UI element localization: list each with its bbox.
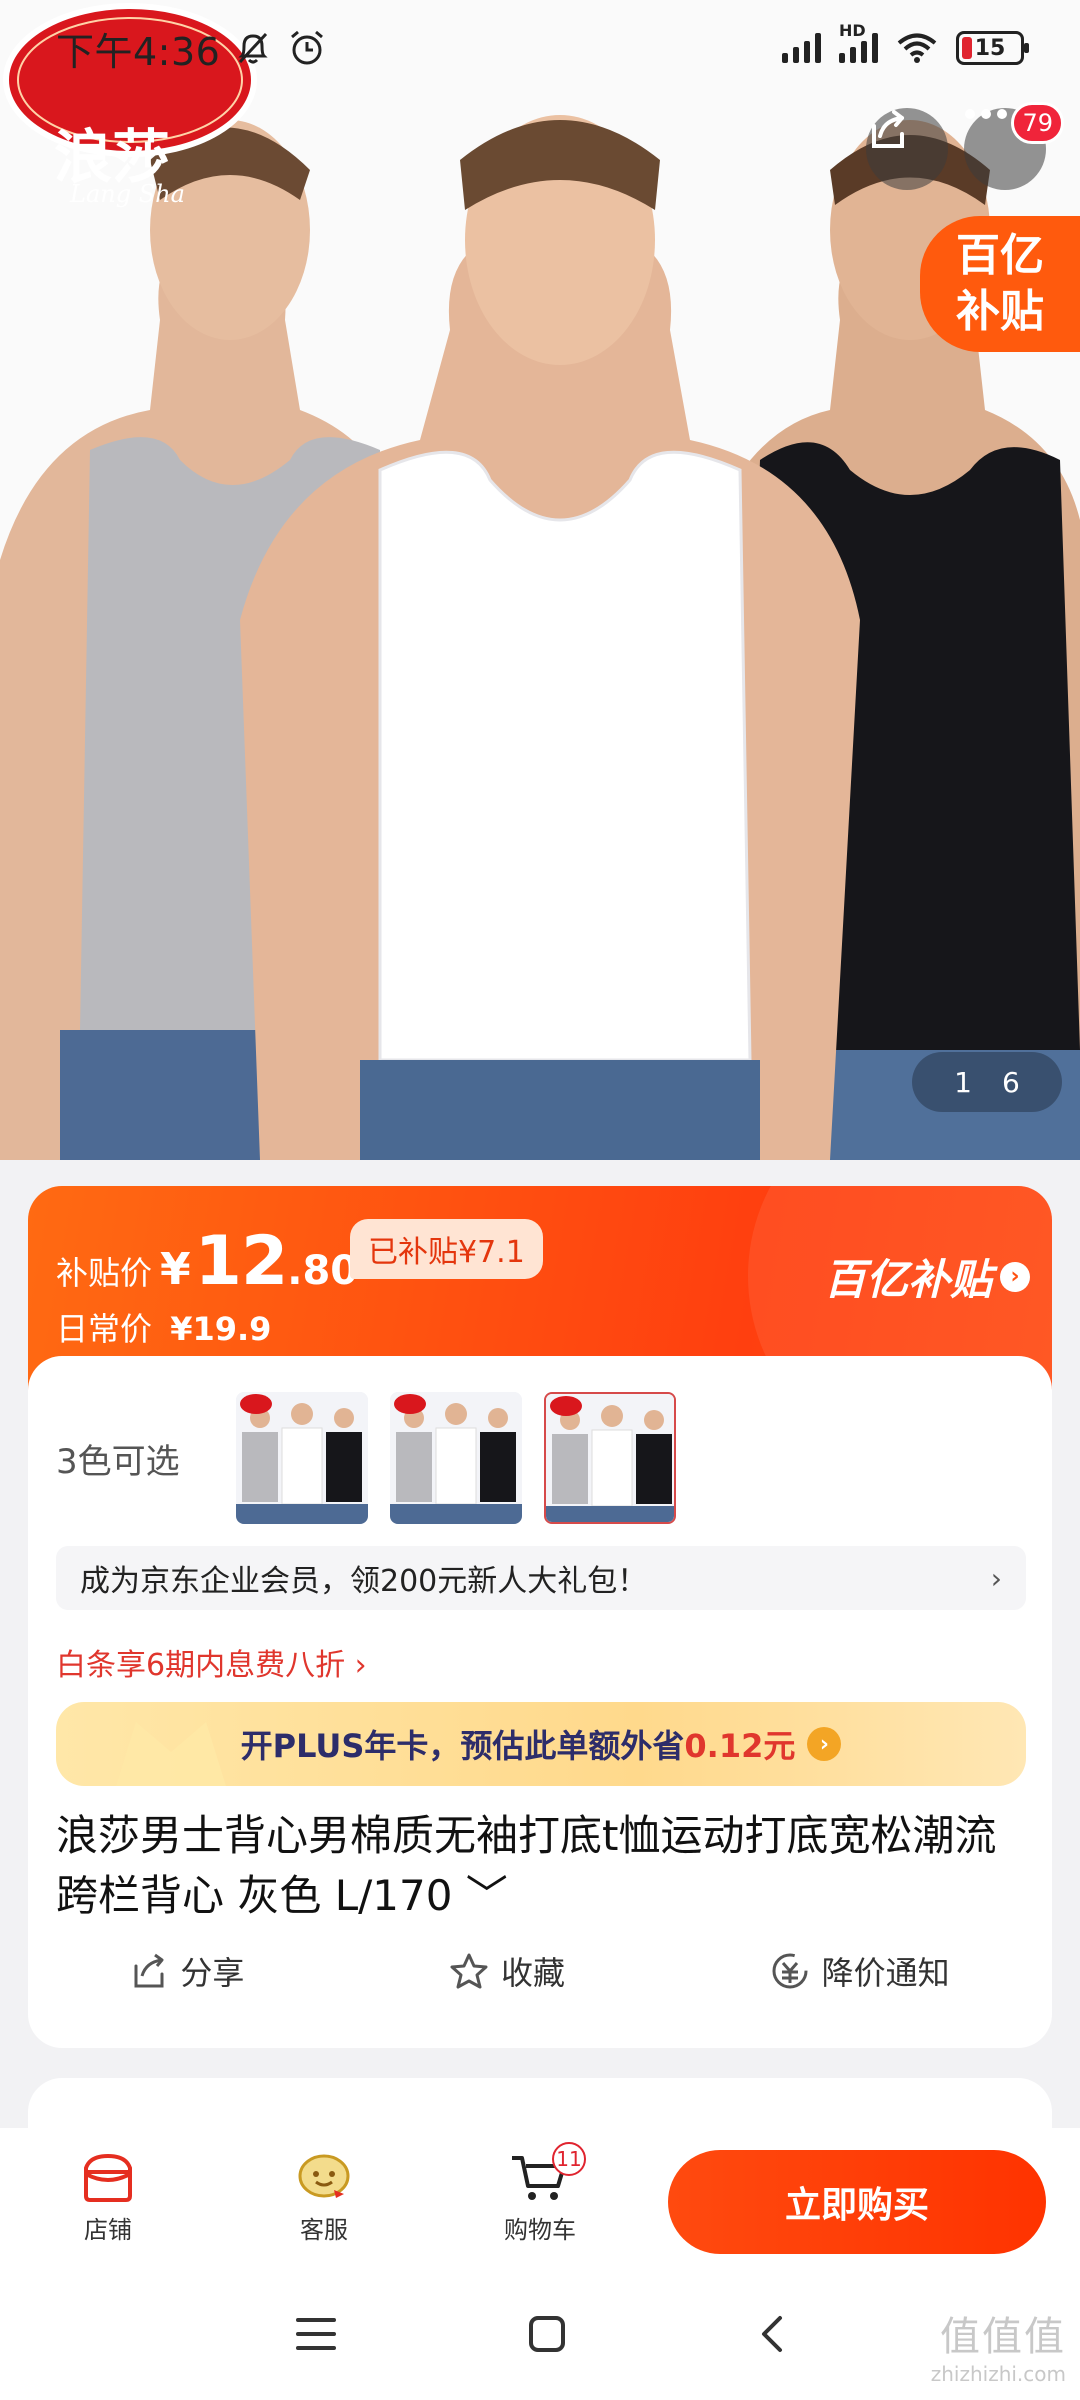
menu-icon[interactable] bbox=[294, 2316, 338, 2352]
watermark: 值值值 zhizhizhi.com bbox=[931, 2304, 1066, 2386]
chevron-right-icon: › bbox=[807, 1727, 842, 1761]
color-swatch-1[interactable] bbox=[236, 1392, 368, 1524]
image-total: 6 bbox=[1002, 1065, 1020, 1099]
signal-icon bbox=[782, 33, 821, 63]
plus-membership-banner[interactable]: 开PLUS年卡，预估此单额外省 0.12元 › bbox=[56, 1702, 1026, 1786]
plus-promo-text: 开PLUS年卡，预估此单额外省 bbox=[240, 1727, 685, 1765]
brand-logo-subtext: Lang Sha bbox=[70, 180, 185, 208]
cart-count-badge: 11 bbox=[552, 2142, 586, 2176]
status-time: 下午4:36 bbox=[56, 29, 221, 74]
subsidy-tag-line1: 百亿 bbox=[956, 230, 1044, 281]
network-type: HD bbox=[839, 21, 866, 40]
service-tab[interactable]: 客服 bbox=[216, 2128, 432, 2268]
cart-tab[interactable]: 11 购物车 bbox=[432, 2128, 648, 2268]
share-label: 分享 bbox=[180, 1954, 245, 1992]
subsidy-amount-badge: 已补贴¥7.1 bbox=[350, 1219, 543, 1279]
share-icon bbox=[872, 110, 904, 148]
shop-tab[interactable]: 店铺 bbox=[0, 2128, 216, 2268]
subsidy-program-link[interactable]: 百亿补贴 › bbox=[824, 1246, 1030, 1307]
chevron-right-icon: › bbox=[990, 1561, 1002, 1595]
image-index: 1 bbox=[954, 1065, 972, 1099]
enterprise-member-promo[interactable]: 成为京东企业会员，领200元新人大礼包！ › bbox=[56, 1546, 1026, 1610]
price-decimal: .80 bbox=[287, 1248, 359, 1294]
product-info-card: 3色可选 成为京东企业会员，领200元新人大礼包！ › 白条享6期内息费八折 ›… bbox=[28, 1356, 1052, 2048]
service-label: 客服 bbox=[300, 2215, 348, 2244]
system-nav-bar: 值值值 zhizhizhi.com bbox=[0, 2268, 1080, 2400]
alarm-icon bbox=[291, 30, 324, 65]
price-alert-label: 降价通知 bbox=[821, 1954, 950, 1992]
subsidy-tag[interactable]: 百亿 补贴 bbox=[920, 216, 1080, 352]
member-promo-text: 成为京东企业会员，领200元新人大礼包！ bbox=[80, 1564, 648, 1599]
star-icon bbox=[450, 1953, 488, 1989]
home-icon[interactable] bbox=[527, 2314, 567, 2354]
plus-crown-icon bbox=[116, 1722, 226, 1786]
color-swatch-3-selected[interactable] bbox=[544, 1392, 676, 1524]
product-page: { "status_bar": { "time": "下午4:36", "net… bbox=[0, 0, 1080, 2400]
share-icon bbox=[134, 1953, 164, 1988]
hd-signal: HD bbox=[839, 21, 878, 63]
shop-icon bbox=[84, 2153, 132, 2202]
wifi-icon bbox=[897, 33, 937, 63]
more-button[interactable]: 79 bbox=[964, 102, 1064, 190]
product-actions: 分享 收藏 降价通知 bbox=[28, 1948, 1052, 1994]
subsidy-tag-line2: 补贴 bbox=[956, 286, 1044, 337]
share-action[interactable]: 分享 bbox=[130, 1948, 244, 1994]
product-title[interactable]: 浪莎男士背心男棉质无袖打底t恤运动打底宽松潮流跨栏背心 灰色 L/170 ﹀ bbox=[56, 1806, 1036, 1926]
buy-now-button[interactable]: 立即购买 bbox=[668, 2150, 1046, 2254]
daily-price-label: 日常价 bbox=[56, 1310, 153, 1348]
mute-bell-icon bbox=[238, 32, 268, 64]
status-bar: 下午4:36 HD 15 bbox=[0, 0, 1080, 96]
battery-icon: 15 bbox=[956, 31, 1029, 65]
share-button[interactable] bbox=[866, 108, 948, 190]
price-alert-icon bbox=[772, 1953, 808, 1989]
color-selector: 3色可选 bbox=[56, 1392, 698, 1524]
subsidy-price: 补贴价 ¥ 12 .80 bbox=[56, 1222, 358, 1301]
baitiao-promo[interactable]: 白条享6期内息费八折 › bbox=[56, 1640, 367, 1684]
color-count-label: 3色可选 bbox=[56, 1441, 180, 1482]
color-swatch-2[interactable] bbox=[390, 1392, 522, 1524]
battery-level: 15 bbox=[974, 35, 1006, 61]
cart-label: 购物车 bbox=[504, 2215, 576, 2244]
currency-symbol: ¥ bbox=[160, 1244, 191, 1295]
favorite-label: 收藏 bbox=[500, 1954, 565, 1992]
subsidy-price-label: 补贴价 bbox=[56, 1254, 153, 1292]
shop-label: 店铺 bbox=[84, 2215, 132, 2244]
watermark-logo: 值值值 bbox=[940, 2314, 1066, 2360]
subsidy-program-name: 百亿补贴 bbox=[823, 1255, 992, 1304]
back-icon[interactable] bbox=[756, 2314, 786, 2354]
price-alert-action[interactable]: 降价通知 bbox=[770, 1948, 950, 1994]
bottom-action-bar: 店铺 客服 11 购物车 立即购买 bbox=[0, 2128, 1080, 2268]
more-dots-icon bbox=[965, 109, 1007, 119]
plus-saving-value: 0.12元 bbox=[684, 1727, 796, 1765]
price-integer: 12 bbox=[194, 1222, 289, 1301]
watermark-url: zhizhizhi.com bbox=[930, 2362, 1066, 2386]
favorite-action[interactable]: 收藏 bbox=[449, 1948, 565, 1994]
image-counter: 1 6 bbox=[912, 1052, 1062, 1112]
message-count-badge: 79 bbox=[1011, 102, 1064, 144]
daily-price-value: ¥19.9 bbox=[170, 1310, 272, 1348]
chevron-right-icon: › bbox=[1000, 1261, 1030, 1292]
customer-service-icon bbox=[298, 2154, 350, 2198]
product-image-carousel[interactable]: 浪莎 Lang Sha 79 百亿 补贴 1 6 bbox=[0, 0, 1080, 1160]
daily-price: 日常价 ¥19.9 bbox=[56, 1304, 271, 1350]
